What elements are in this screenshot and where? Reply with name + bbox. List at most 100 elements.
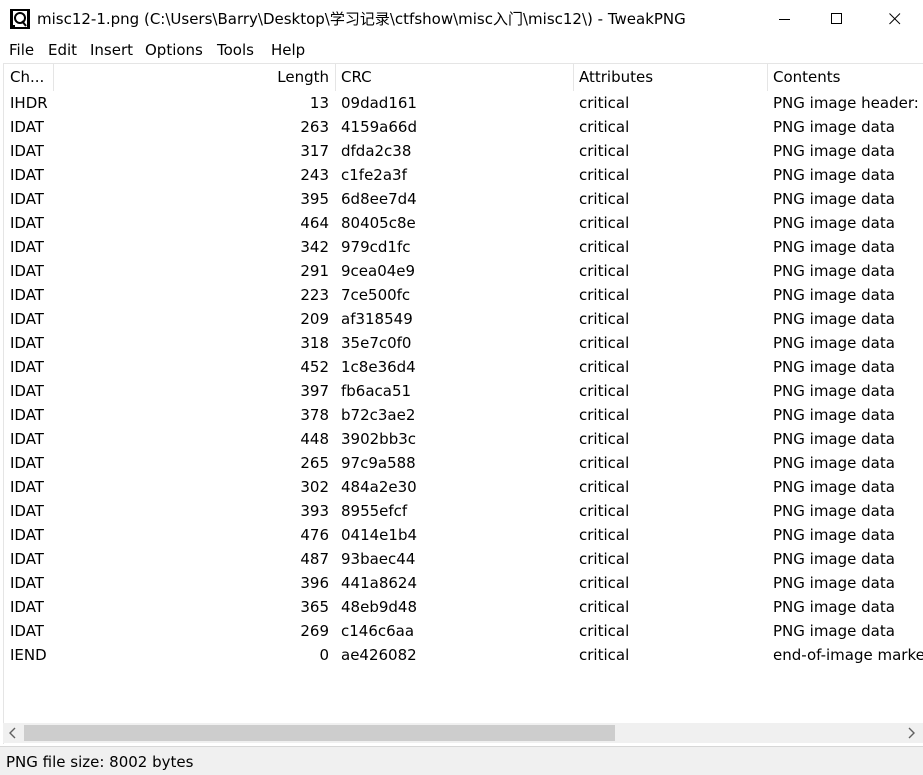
column-header-length[interactable]: Length <box>54 64 335 91</box>
chunk-attributes-cell: critical <box>579 478 630 496</box>
minimize-button[interactable] <box>762 0 808 38</box>
chunk-type-cell: IDAT <box>10 430 44 448</box>
column-header-attributes[interactable]: Attributes <box>573 64 767 91</box>
chunk-length-cell: 448 <box>300 430 329 448</box>
chunk-crc-cell: c146c6aa <box>341 622 415 640</box>
chunk-type-cell: IDAT <box>10 478 44 496</box>
chunk-type-cell: IDAT <box>10 382 44 400</box>
chunk-attributes-cell: critical <box>579 382 630 400</box>
chunk-contents-cell: PNG image data <box>773 214 895 232</box>
chunk-crc-cell: 7ce500fc <box>341 286 411 304</box>
table-row[interactable]: IDAT 448 3902bb3c critical PNG image data <box>4 427 923 451</box>
scrollbar-thumb[interactable] <box>24 725 615 741</box>
menu-help[interactable]: Help <box>271 41 305 60</box>
chunk-attributes-cell: critical <box>579 646 630 664</box>
table-row[interactable]: IDAT 243 c1fe2a3f critical PNG image data <box>4 163 923 187</box>
table-row[interactable]: IDAT 263 4159a66d critical PNG image data <box>4 115 923 139</box>
table-row[interactable]: IDAT 452 1c8e36d4 critical PNG image data <box>4 355 923 379</box>
chunk-crc-cell: 6d8ee7d4 <box>341 190 417 208</box>
chunk-length-cell: 342 <box>300 238 329 256</box>
chunk-attributes-cell: critical <box>579 238 630 256</box>
table-row[interactable]: IEND 0 ae426082 critical end-of-image marke <box>4 643 923 667</box>
chunk-attributes-cell: critical <box>579 598 630 616</box>
chunk-length-cell: 302 <box>300 478 329 496</box>
chunk-attributes-cell: critical <box>579 550 630 568</box>
chunk-crc-cell: 1c8e36d4 <box>341 358 416 376</box>
maximize-button[interactable] <box>814 0 860 38</box>
chunk-type-cell: IDAT <box>10 166 44 184</box>
chunk-contents-cell: PNG image data <box>773 550 895 568</box>
scroll-right-button[interactable] <box>901 723 921 743</box>
table-row[interactable]: IDAT 395 6d8ee7d4 critical PNG image data <box>4 187 923 211</box>
table-row[interactable]: IDAT 393 8955efcf critical PNG image data <box>4 499 923 523</box>
chunk-length-cell: 365 <box>300 598 329 616</box>
chunk-attributes-cell: critical <box>579 430 630 448</box>
menu-edit[interactable]: Edit <box>48 41 77 60</box>
table-row[interactable]: IDAT 265 97c9a588 critical PNG image data <box>4 451 923 475</box>
table-row[interactable]: IDAT 223 7ce500fc critical PNG image data <box>4 283 923 307</box>
menu-tools[interactable]: Tools <box>217 41 254 60</box>
table-row[interactable]: IDAT 317 dfda2c38 critical PNG image data <box>4 139 923 163</box>
tweakpng-app-icon[interactable] <box>10 9 30 29</box>
chunk-contents-cell: PNG image data <box>773 622 895 640</box>
table-row[interactable]: IDAT 487 93baec44 critical PNG image data <box>4 547 923 571</box>
table-row[interactable]: IDAT 291 9cea04e9 critical PNG image data <box>4 259 923 283</box>
title-bar[interactable]: misc12-1.png (C:\Users\Barry\Desktop\学习记… <box>0 0 923 38</box>
chunk-crc-cell: 979cd1fc <box>341 238 411 256</box>
chunk-crc-cell: 484a2e30 <box>341 478 417 496</box>
table-row[interactable]: IDAT 464 80405c8e critical PNG image data <box>4 211 923 235</box>
column-header: Ch... Length CRC Attributes Contents <box>4 64 923 91</box>
table-row[interactable]: IDAT 396 441a8624 critical PNG image data <box>4 571 923 595</box>
table-row[interactable]: IDAT 365 48eb9d48 critical PNG image data <box>4 595 923 619</box>
chunk-type-cell: IDAT <box>10 238 44 256</box>
table-row[interactable]: IDAT 209 af318549 critical PNG image data <box>4 307 923 331</box>
chunk-length-cell: 263 <box>300 118 329 136</box>
column-header-contents[interactable]: Contents <box>767 64 923 91</box>
table-row[interactable]: IHDR 13 09dad161 critical PNG image header: … <box>4 91 923 115</box>
horizontal-scrollbar[interactable] <box>3 723 923 743</box>
chunk-crc-cell: fb6aca51 <box>341 382 412 400</box>
chunk-length-cell: 393 <box>300 502 329 520</box>
scroll-left-button[interactable] <box>3 723 23 743</box>
chunk-length-cell: 265 <box>300 454 329 472</box>
chunk-length-cell: 13 <box>309 94 329 112</box>
column-header-chunk[interactable]: Ch... <box>4 64 54 91</box>
chunk-attributes-cell: critical <box>579 94 630 112</box>
chunk-type-cell: IDAT <box>10 358 44 376</box>
menu-file[interactable]: File <box>9 41 34 60</box>
menu-insert[interactable]: Insert <box>90 41 133 60</box>
table-row[interactable]: IDAT 378 b72c3ae2 critical PNG image data <box>4 403 923 427</box>
table-row[interactable]: IDAT 476 0414e1b4 critical PNG image data <box>4 523 923 547</box>
chunk-length-cell: 396 <box>300 574 329 592</box>
close-icon <box>889 13 901 25</box>
table-row[interactable]: IDAT 302 484a2e30 critical PNG image data <box>4 475 923 499</box>
chunk-attributes-cell: critical <box>579 622 630 640</box>
chunk-length-cell: 395 <box>300 190 329 208</box>
chunk-attributes-cell: critical <box>579 358 630 376</box>
chunk-contents-cell: PNG image data <box>773 166 895 184</box>
chunk-crc-cell: 35e7c0f0 <box>341 334 412 352</box>
chunk-contents-cell: PNG image data <box>773 286 895 304</box>
close-button[interactable] <box>872 0 918 38</box>
table-row[interactable]: IDAT 269 c146c6aa critical PNG image data <box>4 619 923 643</box>
scroll-right-arrow-icon <box>908 727 915 739</box>
chunk-crc-cell: 0414e1b4 <box>341 526 418 544</box>
chunk-attributes-cell: critical <box>579 310 630 328</box>
chunk-crc-cell: 441a8624 <box>341 574 417 592</box>
table-row[interactable]: IDAT 342 979cd1fc critical PNG image data <box>4 235 923 259</box>
chunk-contents-cell: PNG image data <box>773 430 895 448</box>
table-row[interactable]: IDAT 318 35e7c0f0 critical PNG image data <box>4 331 923 355</box>
column-header-crc[interactable]: CRC <box>335 64 573 91</box>
chunk-length-cell: 0 <box>319 646 329 664</box>
table-row[interactable]: IDAT 397 fb6aca51 critical PNG image data <box>4 379 923 403</box>
chunk-list[interactable]: Ch... Length CRC Attributes Contents IHD… <box>3 63 923 744</box>
chunk-type-cell: IHDR <box>10 94 48 112</box>
status-bar: PNG file size: 8002 bytes <box>0 746 923 775</box>
menu-options[interactable]: Options <box>145 41 203 60</box>
chunk-type-cell: IDAT <box>10 454 44 472</box>
chunk-crc-cell: 09dad161 <box>341 94 417 112</box>
chunk-crc-cell: 3902bb3c <box>341 430 417 448</box>
maximize-icon <box>831 13 842 24</box>
chunk-attributes-cell: critical <box>579 166 630 184</box>
chunk-contents-cell: PNG image data <box>773 502 895 520</box>
